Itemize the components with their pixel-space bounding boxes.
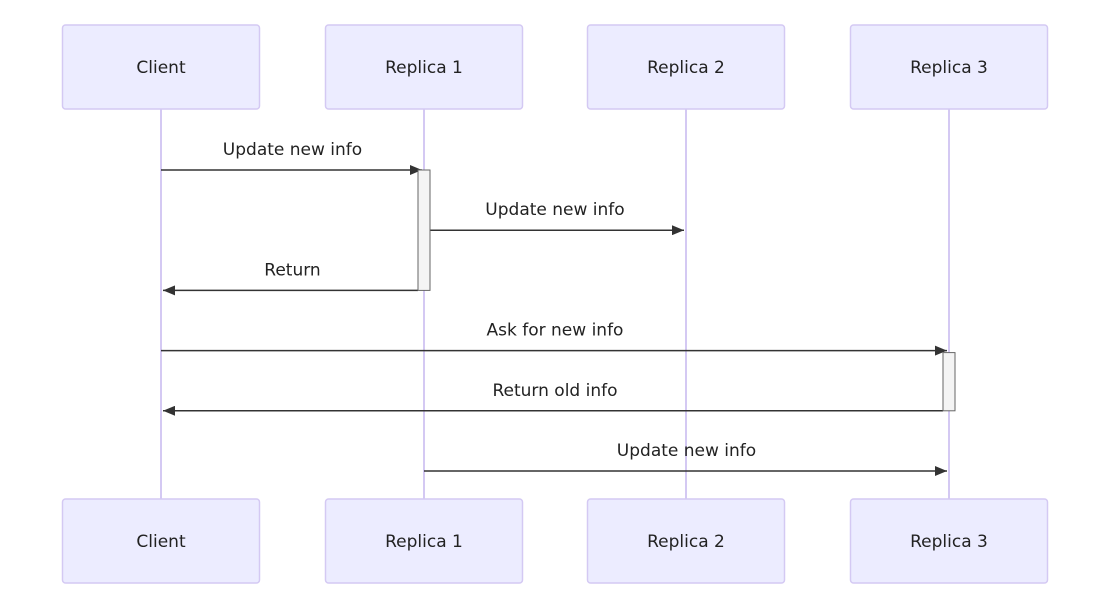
actor-label: Replica 2 [647, 58, 725, 78]
message-label: Update new info [617, 441, 756, 461]
message: Update new info [161, 140, 422, 175]
actor-r2-top: Replica 2 [586, 24, 786, 110]
sequence-diagram: Client Client Replica 1 Replica 1 Replica 2 R… [61, 24, 1049, 584]
actor-r3-top: Replica 3 [849, 24, 1049, 110]
actor-r2-bottom: Replica 2 [586, 498, 786, 584]
actor-r1-bottom: Replica 1 [324, 498, 524, 584]
actor-r3-bottom: Replica 3 [849, 498, 1049, 584]
message: Update new info [430, 200, 684, 236]
message-label: Return [264, 260, 320, 280]
actor-label: Replica 1 [385, 58, 463, 78]
message-label: Return old info [492, 381, 617, 401]
actor-label: Replica 1 [385, 532, 463, 552]
message-label: Update new info [223, 140, 362, 160]
activation-box [942, 352, 956, 412]
actor-label: Replica 3 [910, 532, 988, 552]
activation-box [417, 169, 431, 291]
actor-label: Replica 2 [647, 532, 725, 552]
actor-client-top: Client [61, 24, 261, 110]
actor-label: Replica 3 [910, 58, 988, 78]
actor-r1-top: Replica 1 [324, 24, 524, 110]
message-label: Update new info [485, 200, 624, 220]
message: Return [163, 260, 418, 296]
actor-client-bottom: Client [61, 498, 261, 584]
actor-label: Client [136, 532, 186, 552]
message: Ask for new info [161, 321, 947, 356]
message-label: Ask for new info [487, 321, 624, 341]
actor-label: Client [136, 58, 186, 78]
message: Return old info [163, 381, 943, 416]
